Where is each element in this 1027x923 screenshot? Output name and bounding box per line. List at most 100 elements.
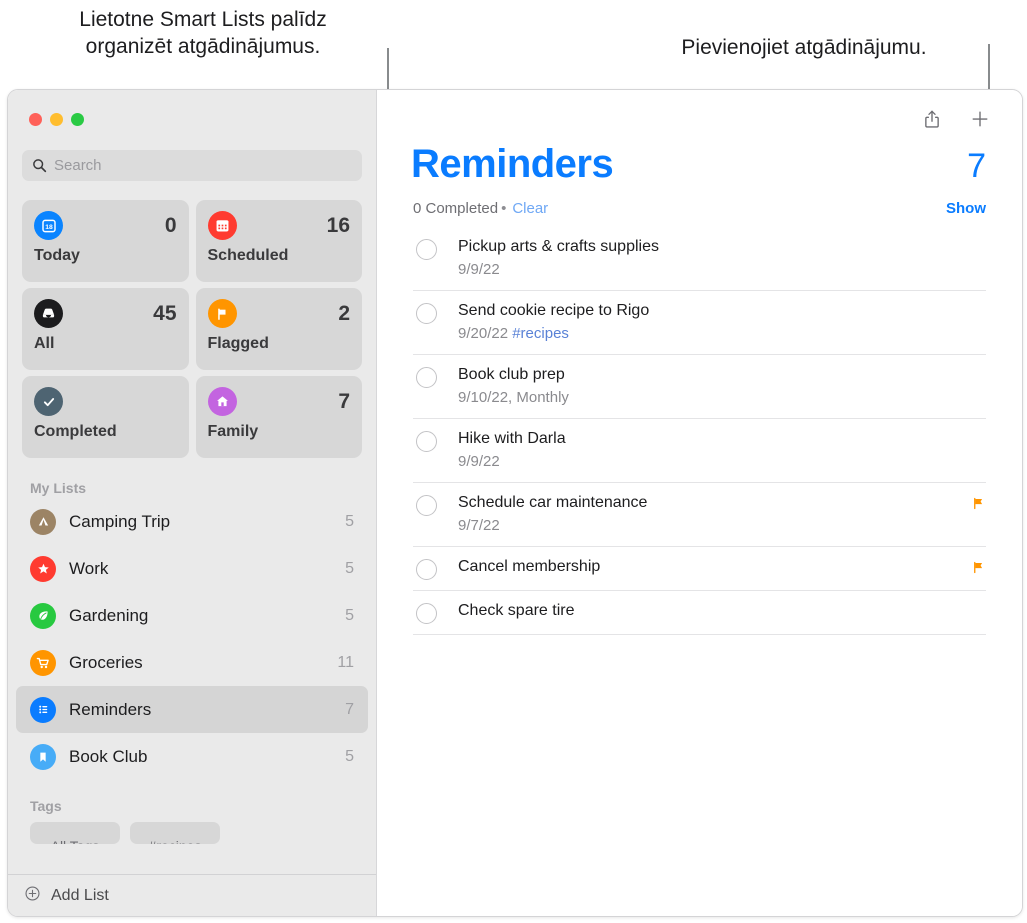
smart-list-label: Scheduled xyxy=(207,247,289,264)
smart-lists-grid: 18 0 Today 16 Scheduled 45 All 2 Flagged… xyxy=(22,200,362,458)
sidebar-item-groceries[interactable]: Groceries 11 xyxy=(16,639,368,686)
reminder-row[interactable]: Book club prep 9/10/22, Monthly xyxy=(413,354,986,418)
reminder-row[interactable]: Send cookie recipe to Rigo 9/20/22 #reci… xyxy=(413,290,986,354)
reminder-date: 9/20/22 xyxy=(458,325,509,342)
search-input[interactable]: Search xyxy=(22,150,362,181)
reminder-title: Send cookie recipe to Rigo xyxy=(458,302,650,319)
smart-list-flagged[interactable]: 2 Flagged xyxy=(195,288,362,370)
show-button[interactable]: Show xyxy=(946,200,986,217)
calendar-icon xyxy=(207,211,237,240)
share-button[interactable] xyxy=(921,108,943,130)
calendar-day-icon: 18 xyxy=(34,211,63,240)
smart-list-label: Today xyxy=(34,247,80,264)
minimize-button[interactable] xyxy=(50,113,63,126)
reminder-body: Check spare tire xyxy=(458,601,986,621)
reminder-row[interactable]: Cancel membership xyxy=(413,546,986,590)
sidebar-item-reminders[interactable]: Reminders 7 xyxy=(16,686,368,733)
sidebar: Search 18 0 Today 16 Scheduled 45 All 2 … xyxy=(8,90,377,916)
search-icon xyxy=(33,159,47,173)
svg-text:18: 18 xyxy=(45,224,53,231)
my-lists-heading: My Lists xyxy=(30,480,87,496)
complete-toggle[interactable] xyxy=(416,603,437,624)
tag-chip-recipes[interactable]: #recipes xyxy=(130,822,220,844)
toolbar xyxy=(399,90,1000,130)
reminder-body: Pickup arts & crafts supplies 9/9/22 xyxy=(458,237,986,280)
tent-icon xyxy=(30,508,56,535)
sidebar-item-label: Groceries xyxy=(69,652,143,672)
checkmark-icon xyxy=(34,387,63,416)
cart-icon xyxy=(30,649,56,676)
reminder-title: Hike with Darla xyxy=(458,430,566,447)
reminder-body: Hike with Darla 9/9/22 xyxy=(458,429,986,472)
smart-list-count: 45 xyxy=(153,301,177,325)
sidebar-item-label: Gardening xyxy=(69,605,149,625)
complete-toggle[interactable] xyxy=(416,495,437,516)
reminder-title: Cancel membership xyxy=(458,558,601,575)
smart-list-count: 7 xyxy=(338,389,350,413)
sidebar-item-count: 5 xyxy=(345,747,354,765)
list-header: Reminders 7 xyxy=(399,142,1000,187)
flag-icon[interactable] xyxy=(971,496,986,516)
sidebar-item-label: Book Club xyxy=(69,746,148,766)
sidebar-item-label: Reminders xyxy=(69,699,152,719)
reminder-row[interactable]: Hike with Darla 9/9/22 xyxy=(413,418,986,482)
reminder-row[interactable]: Pickup arts & crafts supplies 9/9/22 xyxy=(413,227,986,290)
plus-circle-icon xyxy=(24,885,41,907)
reminder-row[interactable]: Check spare tire xyxy=(413,590,986,634)
reminder-row[interactable]: Schedule car maintenance 9/7/22 xyxy=(413,482,986,546)
reminder-body: Schedule car maintenance 9/7/22 xyxy=(458,493,971,536)
complete-toggle[interactable] xyxy=(416,431,437,452)
sidebar-item-count: 11 xyxy=(337,653,354,671)
window-controls xyxy=(8,90,376,126)
sidebar-item-work[interactable]: Work 5 xyxy=(16,545,368,592)
sidebar-item-book-club[interactable]: Book Club 5 xyxy=(16,733,368,780)
smart-list-count: 2 xyxy=(338,301,350,325)
completed-count-label: 0 Completed xyxy=(413,200,499,217)
reminder-tag[interactable]: #recipes xyxy=(512,325,569,342)
annotation-right-text: Pievienojiet atgādinājumu. xyxy=(681,36,927,59)
smart-list-all[interactable]: 45 All xyxy=(22,288,189,370)
tag-chip-all-tags[interactable]: All Tags xyxy=(30,822,120,844)
star-icon xyxy=(30,555,56,582)
smart-list-scheduled[interactable]: 16 Scheduled xyxy=(195,200,362,282)
flag-icon[interactable] xyxy=(971,560,986,580)
reminder-body: Cancel membership xyxy=(458,557,971,577)
smart-list-family[interactable]: 7 Family xyxy=(195,376,362,458)
sidebar-item-gardening[interactable]: Gardening 5 xyxy=(16,592,368,639)
complete-toggle[interactable] xyxy=(416,559,437,580)
smart-list-label: Completed xyxy=(34,423,117,440)
sidebar-item-camping-trip[interactable]: Camping Trip 5 xyxy=(16,498,368,545)
share-icon xyxy=(925,110,939,128)
smart-list-today[interactable]: 18 0 Today xyxy=(22,200,189,282)
smart-list-completed[interactable]: Completed xyxy=(22,376,189,458)
reminder-subtitle: 9/7/22 xyxy=(458,515,971,536)
clear-button[interactable]: Clear xyxy=(512,200,548,217)
reminder-subtitle: 9/9/22 xyxy=(458,259,986,280)
complete-toggle[interactable] xyxy=(416,367,437,388)
reminder-subtitle: 9/9/22 xyxy=(458,451,986,472)
smart-list-label: Family xyxy=(207,423,259,440)
complete-toggle[interactable] xyxy=(416,303,437,324)
add-list-label: Add List xyxy=(51,886,109,904)
annotation-left-text: Lietotne Smart Lists palīdz organizēt at… xyxy=(79,8,327,58)
reminder-title: Pickup arts & crafts supplies xyxy=(458,238,659,255)
sidebar-item-label: Camping Trip xyxy=(69,511,171,531)
close-button[interactable] xyxy=(29,113,42,126)
inbox-icon xyxy=(34,299,63,328)
my-lists: Camping Trip 5 Work 5 Gardening 5 Grocer… xyxy=(16,498,368,780)
add-list-button[interactable]: Add List xyxy=(8,874,376,916)
reminder-body: Send cookie recipe to Rigo 9/20/22 #reci… xyxy=(458,301,986,344)
tag-chips: All Tags #recipes xyxy=(30,822,376,844)
completed-info: 0 Completed • Clear xyxy=(413,200,548,217)
complete-toggle[interactable] xyxy=(416,239,437,260)
sidebar-item-count: 7 xyxy=(345,700,354,718)
smart-list-label: All xyxy=(34,335,55,352)
sidebar-item-count: 5 xyxy=(345,512,354,530)
smart-list-count: 0 xyxy=(164,213,177,237)
flag-icon xyxy=(207,299,237,328)
add-reminder-button[interactable] xyxy=(969,108,991,130)
tags-heading: Tags xyxy=(30,798,62,814)
maximize-button[interactable] xyxy=(71,113,84,126)
leaf-icon xyxy=(30,602,56,629)
reminder-date: 9/10/22, Monthly xyxy=(458,389,569,406)
